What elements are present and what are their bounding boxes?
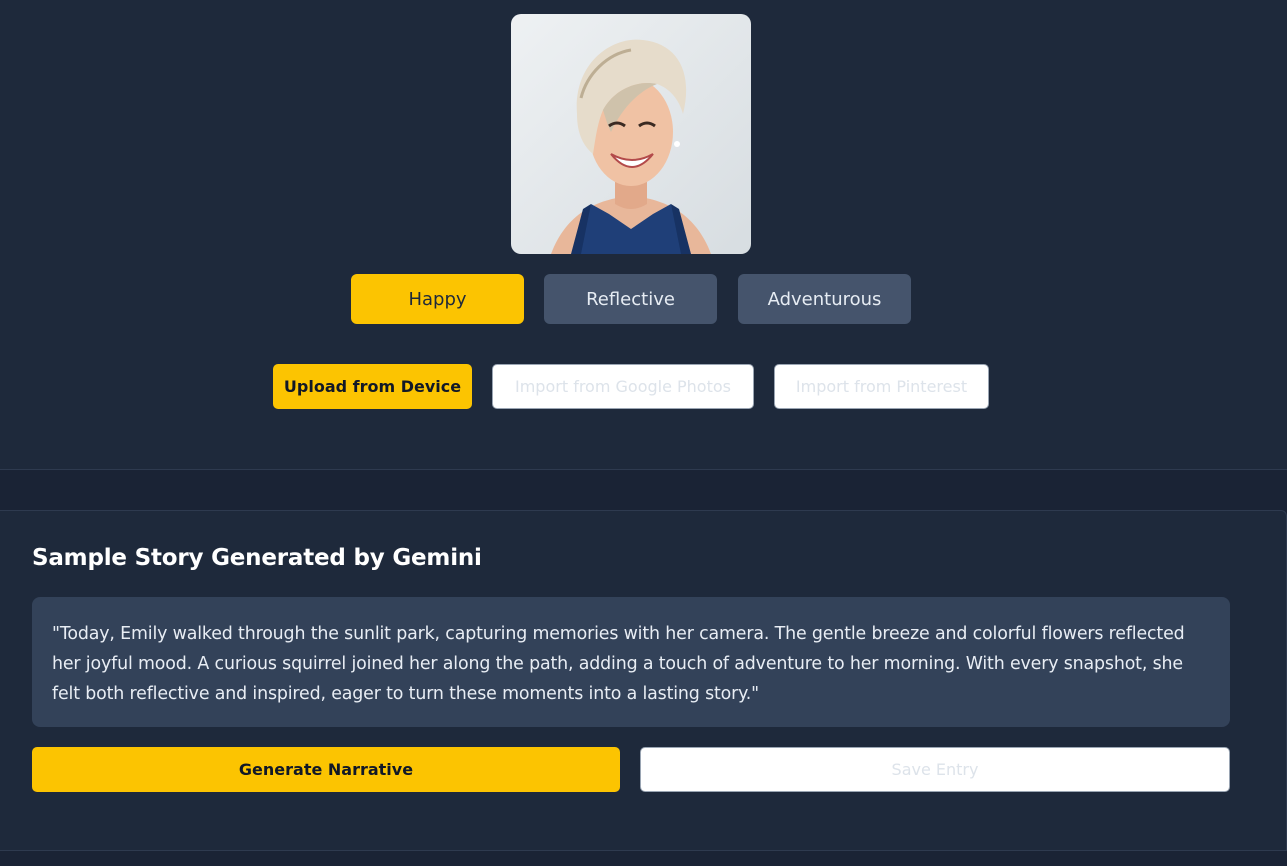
story-text: "Today, Emily walked through the sunlit … (52, 624, 1185, 704)
generate-narrative-button[interactable]: Generate Narrative (32, 747, 620, 792)
profile-photo (511, 14, 751, 254)
upload-from-device-button[interactable]: Upload from Device (273, 364, 472, 409)
import-pinterest-button[interactable]: Import from Pinterest (774, 364, 989, 409)
import-google-photos-button[interactable]: Import from Google Photos (492, 364, 754, 409)
mood-happy-button[interactable]: Happy (351, 274, 524, 324)
story-title: Sample Story Generated by Gemini (32, 545, 482, 571)
story-section: Sample Story Generated by Gemini "Today,… (0, 510, 1287, 851)
mood-adventurous-button[interactable]: Adventurous (738, 274, 911, 324)
story-box: "Today, Emily walked through the sunlit … (32, 597, 1230, 727)
save-entry-button[interactable]: Save Entry (640, 747, 1230, 792)
mood-reflective-button[interactable]: Reflective (544, 274, 717, 324)
photo-mood-section: Happy Reflective Adventurous Upload from… (0, 0, 1287, 470)
